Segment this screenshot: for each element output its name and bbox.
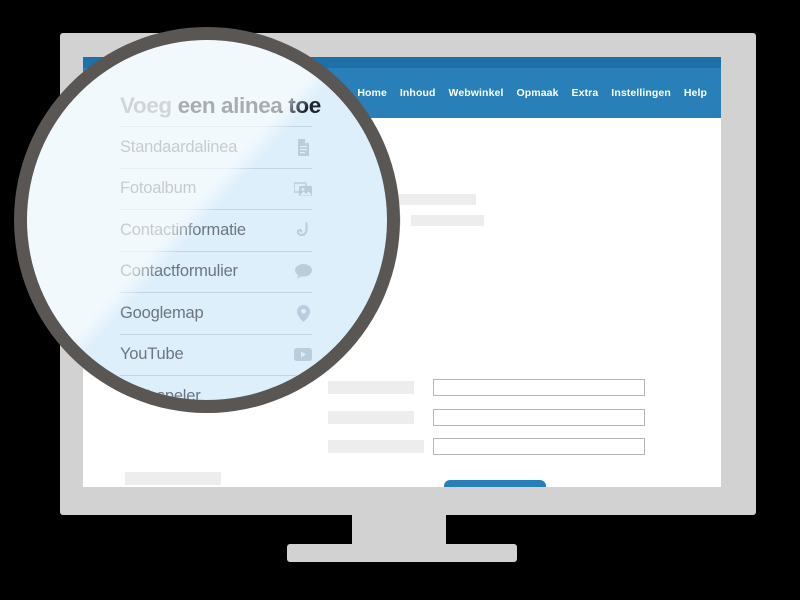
nav-item-instellingen[interactable]: Instellingen — [611, 87, 671, 99]
form-input-field[interactable] — [433, 379, 645, 396]
sidebar-text-placeholder — [125, 472, 221, 485]
monitor-neck — [352, 515, 446, 546]
nav-menu: Home Inhoud Webwinkel Opmaak Extra Inste… — [357, 68, 707, 118]
form-input-field[interactable] — [433, 438, 645, 455]
nav-item-help[interactable]: Help — [684, 87, 707, 99]
nav-item-opmaak[interactable]: Opmaak — [516, 87, 558, 99]
form-input-field[interactable] — [433, 409, 645, 426]
form-label-placeholder — [328, 440, 424, 453]
nav-item-extra[interactable]: Extra — [572, 87, 599, 99]
magnifier-glass: Voeg een alinea toe Standaardalinea Foto… — [27, 40, 387, 400]
nav-item-webwinkel[interactable]: Webwinkel — [449, 87, 504, 99]
scene: Home Inhoud Webwinkel Opmaak Extra Inste… — [0, 0, 800, 600]
content-text-placeholder — [387, 194, 476, 205]
monitor-base — [287, 544, 517, 562]
content-text-placeholder — [411, 215, 484, 226]
play-icon — [294, 387, 312, 400]
magnifying-glass: Voeg een alinea toe Standaardalinea Foto… — [14, 27, 400, 413]
magnifier-glass-sheen — [27, 40, 387, 400]
nav-item-inhoud[interactable]: Inhoud — [400, 87, 436, 99]
submit-button[interactable] — [444, 480, 546, 487]
